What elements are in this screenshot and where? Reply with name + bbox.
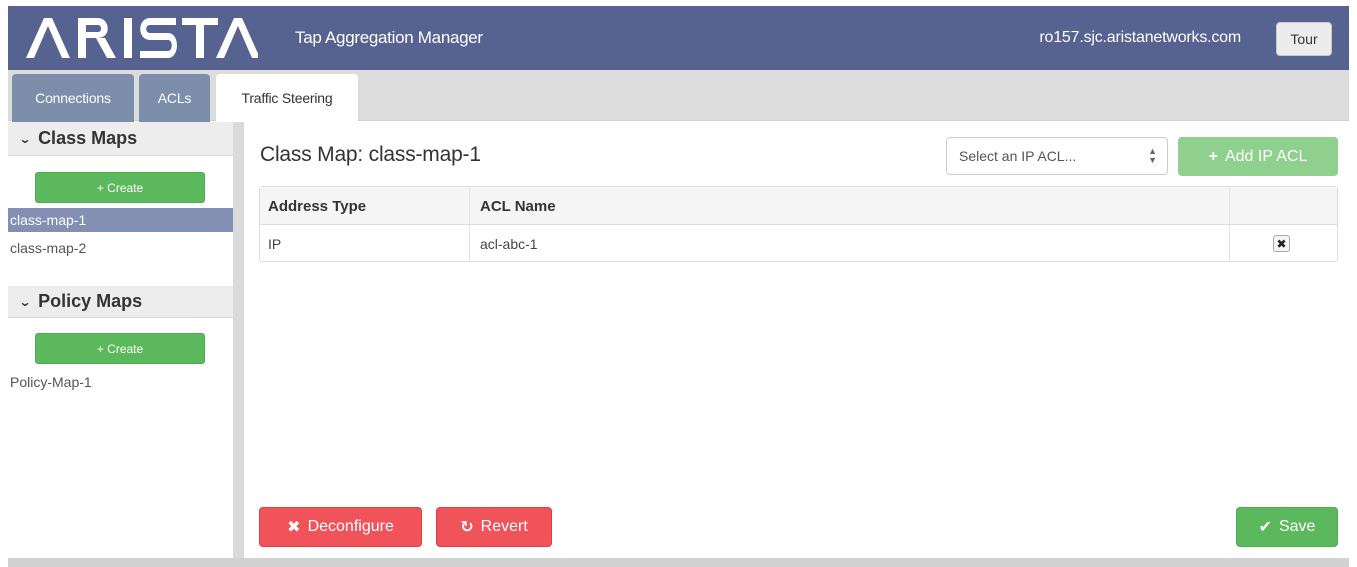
class-maps-header[interactable]: ⌄ Class Maps: [8, 122, 233, 156]
create-policy-map-button[interactable]: + Create: [35, 333, 205, 364]
tour-button[interactable]: Tour: [1276, 22, 1332, 56]
chevron-down-icon: ⌄: [18, 294, 32, 309]
save-button[interactable]: ✔ Save: [1236, 507, 1338, 547]
tab-traffic-steering[interactable]: Traffic Steering: [216, 74, 358, 122]
tab-connections[interactable]: Connections: [12, 74, 134, 122]
save-label: Save: [1278, 518, 1316, 535]
hostname-label: ro157.sjc.aristanetworks.com: [1039, 29, 1241, 46]
create-class-map-button[interactable]: + Create: [35, 172, 205, 203]
ip-acl-select-placeholder: Select an IP ACL...: [959, 148, 1077, 164]
column-header-acl-name: ACL Name: [480, 197, 556, 215]
add-ip-acl-label: Add IP ACL: [1224, 147, 1308, 165]
policy-maps-heading: Policy Maps: [38, 291, 143, 311]
app-title: Tap Aggregation Manager: [295, 28, 483, 47]
ip-acl-select[interactable]: Select an IP ACL... ▲ ▼: [946, 137, 1168, 175]
select-arrows-icon: ▲ ▼: [1148, 146, 1157, 165]
cell-address-type: IP: [268, 235, 282, 252]
column-divider: [1229, 187, 1230, 262]
main-tab-bar: Connections ACLs Traffic Steering: [8, 70, 1349, 122]
app-header: Tap Aggregation Manager ro157.sjc.arista…: [8, 6, 1349, 70]
cell-acl-name: acl-abc-1: [480, 235, 538, 252]
sidebar-item-class-map-1[interactable]: class-map-1: [8, 208, 233, 232]
revert-button[interactable]: ↻ Revert: [436, 507, 552, 547]
acl-table: Address Type ACL Name IP acl-abc-1 ✖: [259, 186, 1338, 262]
times-icon: ✖: [287, 519, 301, 536]
check-icon: ✔: [1258, 519, 1272, 536]
page-title: Class Map: class-map-1: [260, 143, 481, 166]
deconfigure-button[interactable]: ✖ Deconfigure: [259, 507, 422, 547]
bottom-scrollbar: [8, 558, 1349, 567]
table-header: [260, 187, 1337, 225]
plus-icon: +: [1208, 147, 1218, 165]
class-maps-heading: Class Maps: [38, 128, 138, 148]
column-header-address-type: Address Type: [268, 197, 367, 215]
deconfigure-label: Deconfigure: [307, 518, 394, 535]
sidebar: ⌄ Class Maps + Create class-map-1 class-…: [8, 122, 233, 558]
tab-acls[interactable]: ACLs: [139, 74, 210, 122]
sidebar-divider: [233, 122, 244, 558]
remove-acl-icon[interactable]: ✖: [1273, 235, 1290, 252]
chevron-down-icon: ⌄: [18, 131, 32, 146]
add-ip-acl-button[interactable]: + Add IP ACL: [1178, 137, 1338, 176]
sidebar-item-class-map-2[interactable]: class-map-2: [8, 236, 233, 260]
refresh-icon: ↻: [460, 519, 474, 536]
column-divider: [469, 187, 470, 262]
arista-logo: [26, 18, 258, 58]
sidebar-item-policy-map-1[interactable]: Policy-Map-1: [8, 370, 233, 394]
revert-label: Revert: [480, 518, 528, 535]
policy-maps-header[interactable]: ⌄ Policy Maps: [8, 286, 233, 318]
